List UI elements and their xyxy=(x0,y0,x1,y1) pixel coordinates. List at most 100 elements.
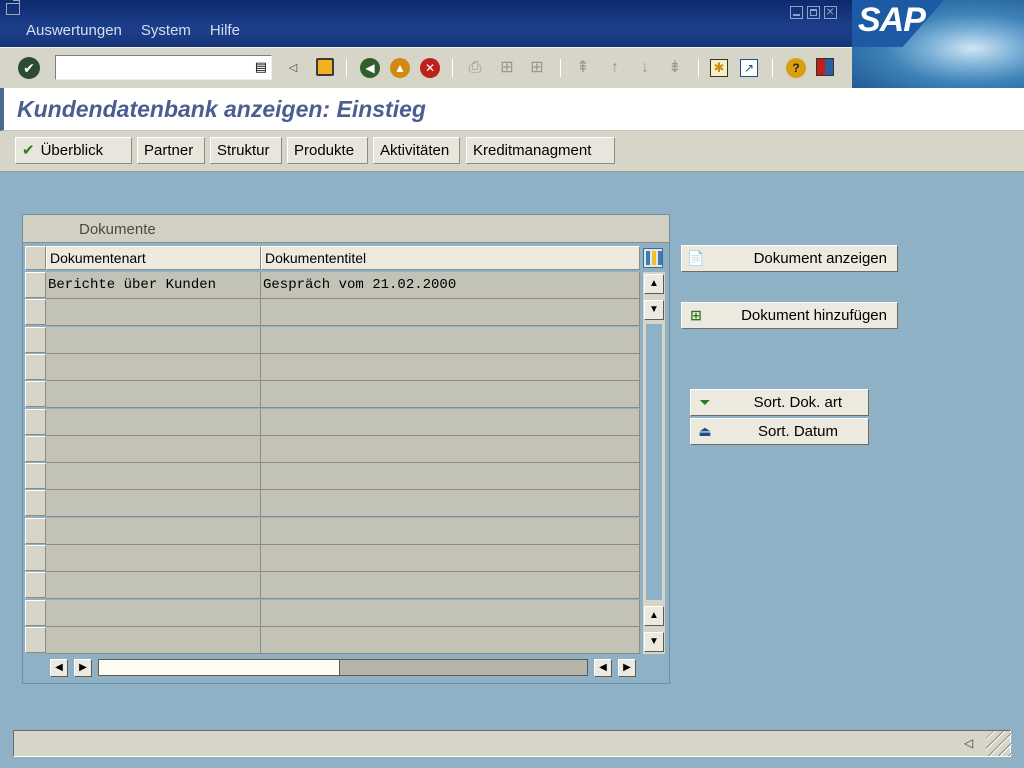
row-selector[interactable] xyxy=(25,409,46,435)
cell-document-type[interactable] xyxy=(46,545,261,572)
shortcut-icon[interactable]: ↗ xyxy=(738,58,760,78)
close-icon[interactable] xyxy=(824,3,837,19)
row-selector[interactable] xyxy=(25,327,46,353)
scroll-left-icon[interactable]: ◀ xyxy=(50,659,68,677)
help-icon[interactable]: ? xyxy=(786,58,806,78)
cell-document-title[interactable] xyxy=(261,545,640,572)
scroll-page-left-icon[interactable]: ◀ xyxy=(594,659,612,677)
cell-document-type[interactable] xyxy=(46,627,261,654)
select-all-button[interactable] xyxy=(25,246,46,270)
sort-date-button[interactable]: ⏏ Sort. Datum xyxy=(690,418,869,445)
cell-document-title[interactable] xyxy=(261,600,640,627)
cell-document-type[interactable] xyxy=(46,354,261,381)
command-field[interactable]: ▤ xyxy=(55,55,272,80)
cancel-icon[interactable]: ✕ xyxy=(420,58,440,78)
scroll-up-icon[interactable]: ▲ xyxy=(644,274,664,294)
cell-document-title[interactable] xyxy=(261,436,640,463)
show-document-button[interactable]: 📄 Dokument anzeigen xyxy=(681,245,898,272)
cell-document-title[interactable]: Gespräch vom 21.02.2000 xyxy=(261,272,640,299)
resize-grip-icon[interactable] xyxy=(986,731,1012,756)
back-icon[interactable]: ◀ xyxy=(360,58,380,78)
cell-document-title[interactable] xyxy=(261,627,640,654)
menu-auswertungen[interactable]: Auswertungen xyxy=(26,22,122,39)
scroll-page-down-icon[interactable]: ▼ xyxy=(644,632,664,652)
table-settings-icon[interactable] xyxy=(643,248,663,268)
show-document-label: Dokument anzeigen xyxy=(753,250,887,267)
cell-document-type[interactable] xyxy=(46,600,261,627)
maximize-icon[interactable] xyxy=(807,6,820,19)
minimize-icon[interactable] xyxy=(790,6,803,19)
horizontal-scroll-thumb[interactable] xyxy=(98,659,340,676)
partner-button[interactable]: Partner xyxy=(137,137,205,164)
horizontal-scroll-track[interactable] xyxy=(340,659,588,676)
row-selector[interactable] xyxy=(25,299,46,325)
menu-system[interactable]: System xyxy=(141,22,191,39)
cell-document-title[interactable] xyxy=(261,381,640,408)
command-input[interactable] xyxy=(56,56,236,77)
row-selector[interactable] xyxy=(25,545,46,571)
status-collapse-icon[interactable]: ◁ xyxy=(964,736,973,750)
find-next-icon: ⊞ xyxy=(530,59,544,76)
scroll-down-icon[interactable]: ▼ xyxy=(644,300,664,320)
row-selector[interactable] xyxy=(25,381,46,407)
cell-document-type[interactable] xyxy=(46,572,261,599)
cell-document-type[interactable] xyxy=(46,518,261,545)
cell-document-type[interactable]: Berichte über Kunden xyxy=(46,272,261,299)
column-header-document-type[interactable]: Dokumentenart xyxy=(46,246,261,270)
vertical-scrollbar[interactable]: ▲ ▼ ▲ ▼ xyxy=(643,272,665,654)
layout-menu-icon[interactable] xyxy=(814,58,836,78)
exit-icon[interactable]: ▲ xyxy=(390,58,410,78)
column-header-document-title[interactable]: Dokumententitel xyxy=(261,246,640,270)
cell-document-type[interactable] xyxy=(46,436,261,463)
cell-document-title[interactable] xyxy=(261,572,640,599)
scroll-page-right-icon[interactable]: ▶ xyxy=(618,659,636,677)
row-selector[interactable] xyxy=(25,436,46,462)
cell-document-title[interactable] xyxy=(261,327,640,354)
menu-bar: Auswertungen System Hilfe xyxy=(26,22,240,39)
cell-document-type[interactable] xyxy=(46,490,261,517)
cell-document-type[interactable] xyxy=(46,327,261,354)
cell-document-title[interactable] xyxy=(261,299,640,326)
vertical-scroll-track[interactable] xyxy=(644,322,664,602)
credit-management-label: Kreditmanagment xyxy=(473,142,592,159)
horizontal-scrollbar[interactable]: ◀ ▶ ◀ ▶ xyxy=(46,656,642,680)
add-document-button[interactable]: ⊞ Dokument hinzufügen xyxy=(681,302,898,329)
partner-label: Partner xyxy=(144,142,194,159)
products-button[interactable]: Produkte xyxy=(287,137,368,164)
command-history-icon[interactable]: ▤ xyxy=(255,59,267,75)
document-add-icon: ⊞ xyxy=(690,307,702,323)
row-selector[interactable] xyxy=(25,518,46,544)
scroll-right-icon[interactable]: ▶ xyxy=(74,659,92,677)
save-icon[interactable] xyxy=(314,58,336,78)
cell-document-title[interactable] xyxy=(261,463,640,490)
cell-document-type[interactable] xyxy=(46,299,261,326)
row-selector[interactable] xyxy=(25,600,46,626)
row-selector[interactable] xyxy=(25,490,46,516)
cell-document-title[interactable] xyxy=(261,354,640,381)
back-arrow-icon[interactable]: ◁ xyxy=(286,58,300,78)
row-selector[interactable] xyxy=(25,354,46,380)
cell-document-type[interactable] xyxy=(46,463,261,490)
cell-document-title[interactable] xyxy=(261,518,640,545)
find-icon: ⊞ xyxy=(500,59,514,76)
row-selector[interactable] xyxy=(25,627,46,653)
credit-management-button[interactable]: Kreditmanagment xyxy=(466,137,615,164)
enter-icon[interactable]: ✔ xyxy=(18,57,40,79)
sap-logo-text: SAP xyxy=(858,1,926,39)
cell-document-title[interactable] xyxy=(261,490,640,517)
sort-doc-type-button[interactable]: ⏷ Sort. Dok. art xyxy=(690,389,869,416)
cell-document-type[interactable] xyxy=(46,381,261,408)
row-selector[interactable] xyxy=(25,572,46,598)
row-selector[interactable] xyxy=(25,272,46,298)
system-menu-icon[interactable] xyxy=(6,0,20,15)
menu-hilfe[interactable]: Hilfe xyxy=(210,22,240,39)
cell-document-type[interactable] xyxy=(46,409,261,436)
overview-button[interactable]: ✔ Überblick xyxy=(15,137,132,164)
scroll-page-up-icon[interactable]: ▲ xyxy=(644,606,664,626)
last-page-icon: ⇟ xyxy=(668,59,682,76)
cell-document-title[interactable] xyxy=(261,409,640,436)
create-session-icon[interactable]: ✱ xyxy=(708,58,730,78)
activities-button[interactable]: Aktivitäten xyxy=(373,137,460,164)
row-selector[interactable] xyxy=(25,463,46,489)
structure-button[interactable]: Struktur xyxy=(210,137,282,164)
